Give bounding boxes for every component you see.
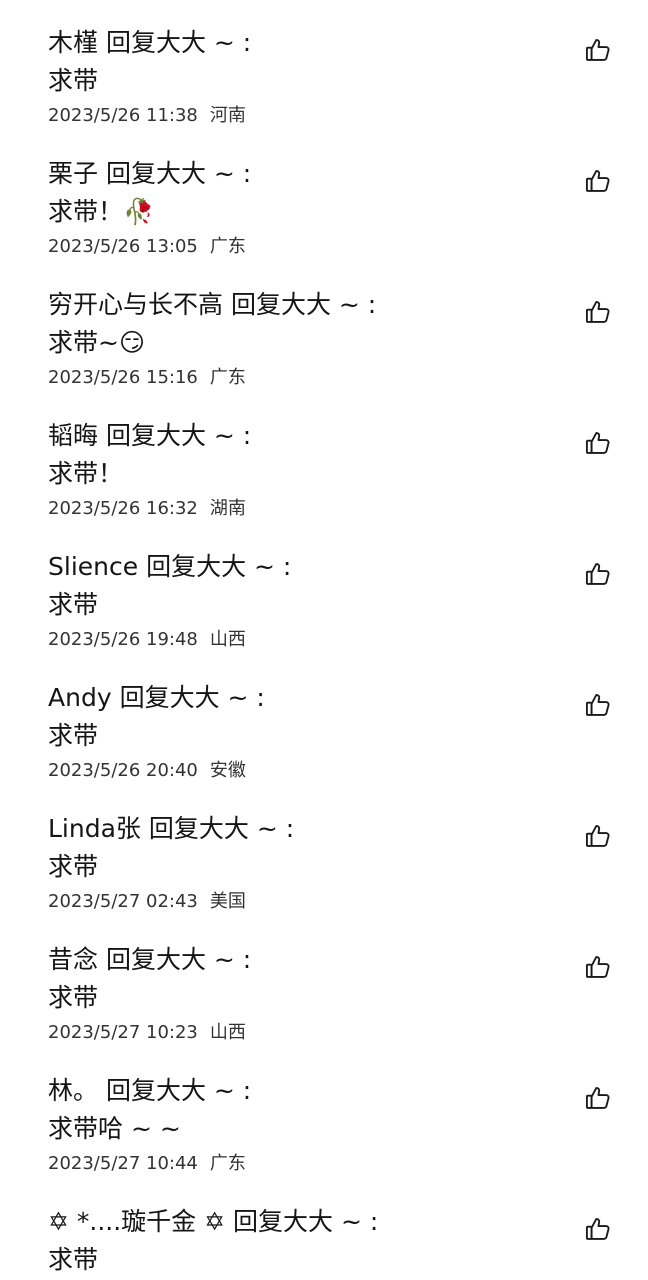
comment-meta: 2023/5/27 10:23 山西 [48,1021,246,1045]
comment-date: 2023/5/27 10:23 [48,1022,198,1043]
comment-header: Linda张 回复大大 ~ : [48,812,294,846]
comment-text: 求带 [48,721,99,750]
thumbs-up-icon [585,563,610,585]
comment-meta: 2023/5/26 19:48 山西 [48,628,246,652]
comment-text: 求带~😏 [48,328,146,357]
comment-meta: 2023/5/27 02:43 美国 [48,890,246,914]
comment-username[interactable]: 栗子 [48,159,98,188]
like-button[interactable] [584,953,612,981]
comment-location: 广东 [209,367,246,388]
comment-item: Slience 回复大大 ~ : 求带 2023/5/26 19:48 山西 [0,524,648,654]
comment-header: 木槿 回复大大 ~ : [48,26,251,60]
comment-date: 2023/5/27 02:43 [48,891,198,912]
like-button[interactable] [584,1084,612,1112]
comment-text: 求带 [48,852,99,881]
thumbs-up-icon [585,301,610,323]
thumbs-up-icon [585,825,610,847]
thumbs-up-icon [585,432,610,454]
comment-username[interactable]: 木槿 [48,28,98,57]
comment-item: Linda张 回复大大 ~ : 求带 2023/5/27 02:43 美国 [0,786,648,916]
comment-date: 2023/5/27 10:44 [48,1153,198,1174]
comment-location: 山西 [209,629,246,650]
comment-username[interactable]: 昔念 [48,945,98,974]
comment-date: 2023/5/26 20:40 [48,760,198,781]
comment-location: 安徽 [209,760,246,781]
comment-meta: 2023/5/26 15:16 广东 [48,366,246,390]
comment-date: 2023/5/26 11:38 [48,105,198,126]
comment-header: 穷开心与长不高 回复大大 ~ : [48,288,376,322]
comment-reply-to: 回复大大 ~ : [230,290,377,319]
comment-header: Slience 回复大大 ~ : [48,550,291,584]
like-button[interactable] [584,691,612,719]
comment-reply-to: 回复大大 ~ : [148,814,295,843]
comment-username[interactable]: Slience [48,552,138,581]
thumbs-up-icon [585,1218,610,1240]
like-button[interactable] [584,167,612,195]
comment-header: 林。 回复大大 ~ : [48,1074,251,1108]
comment-reply-to: 回复大大 ~ : [146,552,292,581]
like-button[interactable] [584,36,612,64]
like-button[interactable] [584,429,612,457]
comment-date: 2023/5/26 15:16 [48,367,198,388]
comment-date: 2023/5/26 16:32 [48,498,198,519]
comment-reply-to: 回复大大 ~ : [119,683,265,712]
comment-username[interactable]: 穷开心与长不高 [48,290,223,319]
comment-item: 木槿 回复大大 ~ : 求带 2023/5/26 11:38 河南 [0,0,648,130]
like-button[interactable] [584,822,612,850]
comment-location: 广东 [209,1153,246,1174]
thumbs-up-icon [585,170,610,192]
comment-meta: 2023/5/26 20:40 安徽 [48,759,246,783]
thumbs-up-icon [585,39,610,61]
comment-list: 木槿 回复大大 ~ : 求带 2023/5/26 11:38 河南 栗子 回复大大… [0,0,648,1280]
thumbs-up-icon [585,1087,610,1109]
comment-reply-to: 回复大大 ~ : [105,159,252,188]
comment-location: 河南 [209,105,246,126]
comment-reply-to: 回复大大 ~ : [105,1076,252,1105]
comment-header: Andy 回复大大 ~ : [48,681,265,715]
comment-location: 湖南 [209,498,246,519]
comment-item: Andy 回复大大 ~ : 求带 2023/5/26 20:40 安徽 [0,655,648,785]
comment-text: 求带 [48,590,99,619]
comment-reply-to: 回复大大 ~ : [233,1207,379,1236]
comment-text: 求带！🥀 [48,197,155,226]
like-button[interactable] [584,298,612,326]
like-button[interactable] [584,560,612,588]
comment-text: 求带哈 ~ ~ [48,1114,181,1143]
comment-username[interactable]: Andy [48,683,112,712]
comment-reply-to: 回复大大 ~ : [105,945,252,974]
comment-header: 韬晦 回复大大 ~ : [48,419,251,453]
comment-username[interactable]: ✡ *....璇千金 ✡ [48,1207,225,1236]
comment-text: 求带 [48,983,99,1012]
comment-header: ✡ *....璇千金 ✡ 回复大大 ~ : [48,1205,378,1239]
comment-item: ✡ *....璇千金 ✡ 回复大大 ~ : 求带 [0,1179,648,1280]
comment-reply-to: 回复大大 ~ : [105,421,252,450]
comment-location: 美国 [209,891,246,912]
comment-reply-to: 回复大大 ~ : [105,28,252,57]
comment-username[interactable]: 林。 [48,1076,98,1105]
thumbs-up-icon [585,694,610,716]
comment-text: 求带！ [48,459,124,488]
comment-meta: 2023/5/26 16:32 湖南 [48,497,246,521]
comment-username[interactable]: Linda张 [48,814,141,843]
comment-text: 求带 [48,1245,99,1274]
comment-meta: 2023/5/26 13:05 广东 [48,235,246,259]
comment-text: 求带 [48,66,99,95]
comment-date: 2023/5/26 13:05 [48,236,198,257]
comment-item: 韬晦 回复大大 ~ : 求带！ 2023/5/26 16:32 湖南 [0,393,648,523]
thumbs-up-icon [585,956,610,978]
comment-header: 栗子 回复大大 ~ : [48,157,251,191]
like-button[interactable] [584,1215,612,1243]
comment-meta: 2023/5/27 10:44 广东 [48,1152,246,1176]
comment-location: 山西 [209,1022,246,1043]
comment-item: 穷开心与长不高 回复大大 ~ : 求带~😏 2023/5/26 15:16 广东 [0,262,648,392]
comment-item: 林。 回复大大 ~ : 求带哈 ~ ~ 2023/5/27 10:44 广东 [0,1048,648,1178]
comment-item: 昔念 回复大大 ~ : 求带 2023/5/27 10:23 山西 [0,917,648,1047]
comment-header: 昔念 回复大大 ~ : [48,943,251,977]
comment-item: 栗子 回复大大 ~ : 求带！🥀 2023/5/26 13:05 广东 [0,131,648,261]
comment-meta: 2023/5/26 11:38 河南 [48,104,246,128]
comment-date: 2023/5/26 19:48 [48,629,198,650]
comment-username[interactable]: 韬晦 [48,421,98,450]
comment-location: 广东 [209,236,246,257]
